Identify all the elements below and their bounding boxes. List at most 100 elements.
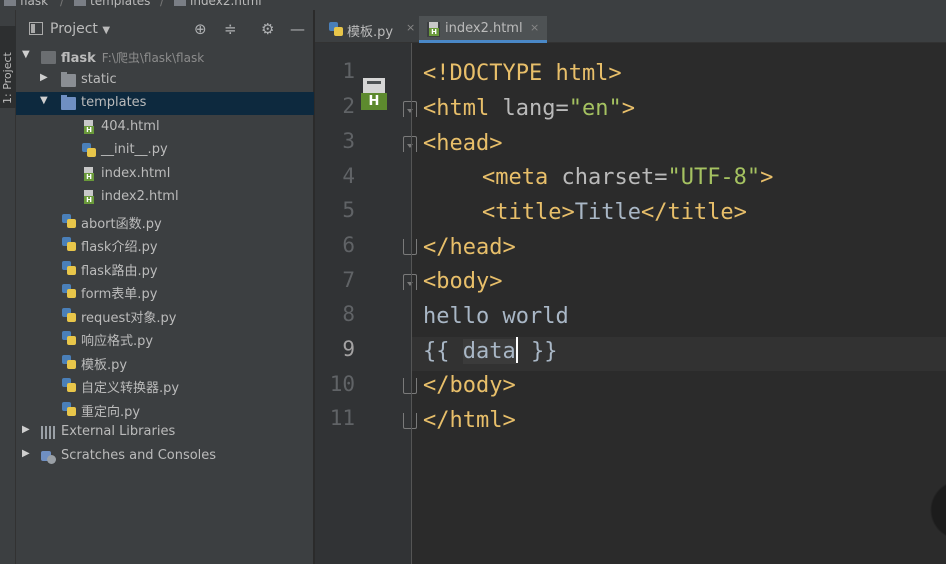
line-number: 5 [342, 198, 355, 222]
python-file-icon [62, 214, 76, 229]
attr-token: lang= [502, 96, 569, 121]
code-line-6[interactable]: </head> [423, 231, 516, 265]
tree-item-label: 模板.py [81, 358, 128, 373]
line-number: 11 [329, 406, 355, 430]
tree-item-static[interactable]: ▶ static [16, 69, 314, 92]
tag-token: <meta [482, 165, 562, 190]
python-file-icon [62, 308, 76, 323]
gear-icon[interactable]: ⚙ [261, 20, 274, 38]
html-file-icon [82, 167, 95, 182]
library-icon [41, 426, 56, 439]
tree-item-templates[interactable]: ▼ templates [16, 92, 314, 115]
tree-item-index-html[interactable]: index.html [16, 163, 314, 186]
tree-item-label: 响应格式.py [81, 334, 154, 349]
tree-item-external-libraries[interactable]: ▶ External Libraries [16, 421, 314, 444]
tree-item-label: 404.html [101, 119, 160, 134]
close-icon[interactable]: × [530, 21, 539, 34]
expand-arrow-icon[interactable]: ▶ [22, 448, 34, 459]
tree-item-label: templates [81, 95, 147, 110]
python-file-icon [62, 402, 76, 417]
tag-token: <head> [423, 131, 503, 156]
line-number: 10 [329, 372, 355, 396]
tab-label: 模板.py [347, 25, 394, 40]
tree-item-404-html[interactable]: 404.html [16, 116, 314, 139]
collapse-icon[interactable]: ≑ [224, 20, 237, 38]
target-icon[interactable]: ⊕ [194, 20, 207, 38]
tree-item-label: flask [61, 51, 96, 66]
project-view-selector[interactable]: Project ▼ [50, 21, 110, 37]
project-view-title: Project [50, 21, 98, 37]
tree-item-label: form表单.py [81, 287, 158, 302]
expand-arrow-icon[interactable]: ▼ [22, 49, 34, 60]
tag-token: </body> [423, 373, 516, 398]
code-line-11[interactable]: </html> [423, 404, 516, 438]
code-line-2[interactable]: <html lang="en"> [423, 92, 635, 126]
tree-item-flask-route-py[interactable]: flask路由.py [16, 257, 314, 280]
python-file-icon [62, 237, 76, 252]
tree-item-label: flask介绍.py [81, 240, 158, 255]
string-token: "en" [568, 96, 622, 121]
line-number: 2 [342, 94, 355, 118]
html-file-icon [427, 22, 440, 37]
tree-item-label: index.html [101, 166, 171, 181]
line-number: 8 [342, 302, 355, 326]
tree-item-flask[interactable]: ▼ flask F:\爬虫\flask\flask [16, 46, 314, 69]
string-token: "UTF-8" [667, 165, 761, 190]
breadcrumb-separator: / [60, 0, 65, 8]
tab-index2-html[interactable]: index2.html × [419, 16, 547, 43]
minimize-icon[interactable]: — [290, 20, 305, 38]
tree-item-scratches[interactable]: ▶ Scratches and Consoles [16, 445, 314, 468]
tree-item-response-py[interactable]: 响应格式.py [16, 327, 314, 350]
python-file-icon [62, 378, 76, 393]
tree-item-index2-html[interactable]: index2.html [16, 186, 314, 209]
tag-token: </head> [423, 235, 516, 260]
tree-item-form-py[interactable]: form表单.py [16, 280, 314, 303]
close-icon[interactable]: × [406, 21, 415, 34]
code-line-3[interactable]: <head> [423, 127, 502, 161]
code-line-9[interactable]: {{ data }} [423, 335, 557, 369]
python-file-icon [62, 355, 76, 370]
project-panel: Project ▼ ⊕ ≑ ⚙ — ▼ flask F:\爬虫\flask\fla… [16, 10, 314, 564]
breadcrumb-item-templates[interactable]: templates [74, 0, 150, 8]
breadcrumb-label: flask [20, 0, 49, 8]
tree-item-label: 自定义转换器.py [81, 381, 180, 396]
breadcrumb-item-flask[interactable]: flask [4, 0, 48, 8]
tree-item-template-py[interactable]: 模板.py [16, 351, 314, 374]
attr-token: charset= [561, 165, 668, 190]
project-tool-button[interactable]: 1: Project [0, 26, 16, 108]
code-line-1[interactable]: <!DOCTYPE html> [423, 57, 622, 91]
code-line-4[interactable]: <meta charset="UTF-8"> [482, 161, 773, 195]
code-line-10[interactable]: </body> [423, 369, 516, 403]
code-editor-area[interactable]: <!DOCTYPE html> <html lang="en"> <head> … [412, 43, 946, 564]
code-line-7[interactable]: <body> [423, 265, 502, 299]
line-number: 7 [342, 268, 355, 292]
tree-item-converter-py[interactable]: 自定义转换器.py [16, 374, 314, 397]
tree-item-init-py[interactable]: __init__.py [16, 139, 314, 162]
tree-item-request-py[interactable]: request对象.py [16, 304, 314, 327]
text-token: }} [517, 339, 558, 364]
scratches-icon [41, 449, 56, 464]
tag-token: </title> [640, 200, 747, 225]
code-line-8[interactable]: hello world [423, 300, 569, 334]
expand-arrow-icon[interactable]: ▶ [40, 72, 52, 83]
breadcrumb-label: index2.html [190, 0, 262, 8]
tree-item-flask-intro-py[interactable]: flask介绍.py [16, 233, 314, 256]
editor-tab-bar: 模板.py × index2.html × [315, 10, 946, 43]
line-number: 3 [342, 129, 355, 153]
tree-item-label: static [81, 72, 117, 87]
tree-item-redirect-py[interactable]: 重定向.py [16, 398, 314, 421]
breadcrumb-item-index2[interactable]: index2.html [174, 0, 262, 8]
collapse-arrow-icon[interactable]: ▼ [40, 95, 52, 106]
python-file-icon [329, 22, 343, 37]
tab-template-py[interactable]: 模板.py × [325, 16, 417, 43]
breadcrumb-label: templates [90, 0, 151, 8]
line-number-current: 9 [342, 337, 355, 361]
tag-token: > [760, 165, 774, 190]
breadcrumb-separator: / [160, 0, 165, 8]
tree-item-abort-py[interactable]: abort函数.py [16, 210, 314, 233]
code-line-5[interactable]: <title>Title</title> [482, 196, 747, 230]
project-view-icon [29, 22, 43, 35]
expand-arrow-icon[interactable]: ▶ [22, 424, 34, 435]
python-file-icon [62, 331, 76, 346]
tag-token: > [621, 96, 635, 121]
